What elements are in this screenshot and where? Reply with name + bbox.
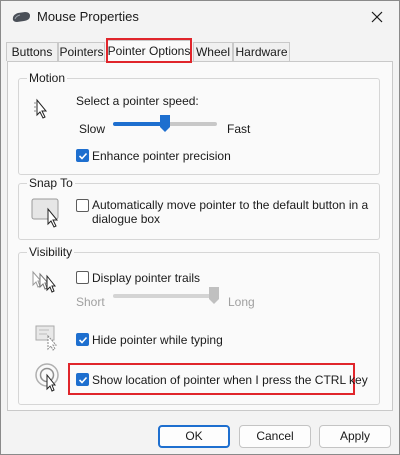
motion-group: Motion Select a pointer speed: Slow Fast [18, 71, 380, 175]
snap-to-label-line1[interactable]: Automatically move pointer to the defaul… [92, 198, 368, 212]
snap-to-group: Snap To Automatically move pointer to th… [18, 176, 380, 240]
visibility-group: Visibility Display pointer trails Short … [18, 245, 380, 405]
speed-slider-track [165, 122, 217, 126]
pointer-trails-slider [113, 287, 219, 309]
checkmark-icon [78, 336, 88, 344]
show-location-label[interactable]: Show location of pointer when I press th… [92, 373, 368, 387]
checkmark-icon [78, 152, 88, 160]
pointer-trails-icon [31, 269, 65, 302]
title-bar: Mouse Properties [1, 1, 399, 33]
snap-to-group-title: Snap To [27, 176, 75, 190]
visibility-group-title: Visibility [27, 245, 75, 259]
snap-to-icon [31, 196, 63, 231]
close-icon [371, 11, 383, 23]
speed-slider-thumb[interactable] [160, 115, 170, 133]
checkmark-icon [78, 376, 88, 384]
pointer-options-panel: Motion Select a pointer speed: Slow Fast [7, 61, 393, 411]
fast-label: Fast [227, 122, 251, 136]
short-label: Short [76, 295, 105, 309]
tab-wheel[interactable]: Wheel [193, 42, 233, 61]
enhance-precision-label[interactable]: Enhance pointer precision [92, 149, 231, 163]
tab-hardware[interactable]: Hardware [233, 42, 290, 61]
trails-slider-track [113, 294, 219, 298]
pointer-trails-checkbox[interactable] [76, 271, 89, 284]
snap-to-checkbox[interactable] [76, 199, 89, 212]
trails-slider-thumb [209, 287, 219, 304]
hide-pointer-checkbox[interactable] [76, 333, 89, 346]
mouse-icon [11, 10, 31, 24]
tab-pointers[interactable]: Pointers [58, 42, 105, 61]
show-location-icon [35, 361, 65, 396]
mouse-properties-window: Mouse Properties Buttons Pointers Pointe… [0, 0, 400, 455]
snap-to-label-line2[interactable]: dialogue box [92, 212, 160, 226]
hide-pointer-icon [35, 325, 63, 354]
close-button[interactable] [355, 1, 399, 33]
enhance-precision-checkbox[interactable] [76, 149, 89, 162]
motion-group-title: Motion [27, 71, 68, 85]
hide-pointer-label[interactable]: Hide pointer while typing [92, 333, 223, 347]
pointer-speed-slider[interactable] [113, 115, 217, 139]
tab-highlight-box [106, 38, 192, 63]
pointer-speed-icon [33, 97, 59, 126]
speed-slider-fill [113, 122, 165, 126]
pointer-trails-label[interactable]: Display pointer trails [92, 271, 200, 285]
slow-label: Slow [79, 122, 106, 136]
tab-buttons[interactable]: Buttons [6, 42, 58, 61]
ok-button[interactable]: OK [158, 425, 230, 448]
show-location-checkbox[interactable] [76, 373, 89, 386]
pointer-speed-label: Select a pointer speed: [76, 94, 199, 108]
apply-button[interactable]: Apply [319, 425, 391, 448]
window-title: Mouse Properties [37, 9, 139, 24]
long-label: Long [228, 295, 255, 309]
cancel-button[interactable]: Cancel [239, 425, 311, 448]
